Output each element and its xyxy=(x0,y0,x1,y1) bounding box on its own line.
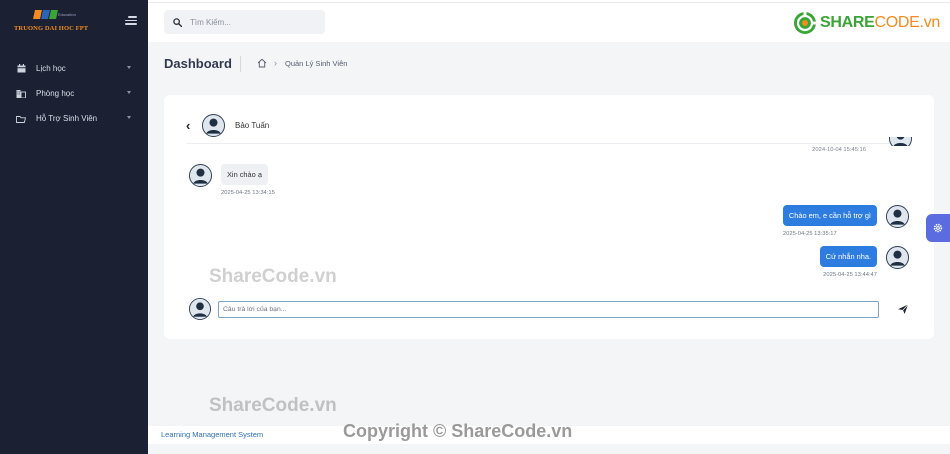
chevron-right-icon: › xyxy=(274,58,277,68)
logo-text: TRUONG DAI HOC FPT xyxy=(14,25,89,32)
home-icon[interactable] xyxy=(257,58,267,68)
chevron-down-icon xyxy=(127,66,131,69)
send-icon[interactable] xyxy=(897,303,909,315)
sharecode-logo-part2: CODE.vn xyxy=(874,14,941,31)
chevron-down-icon xyxy=(127,91,131,94)
chat-header: ‹ Bảo Tuấn xyxy=(186,112,911,144)
back-arrow-icon[interactable]: ‹ xyxy=(186,119,198,132)
sidebar-item-ho-tro-sinh-vien[interactable]: Hỗ Trợ Sinh Viên xyxy=(0,106,148,131)
fpt-logo[interactable]: Education TRUONG DAI HOC FPT xyxy=(14,9,96,37)
my-avatar xyxy=(189,298,211,320)
footer-link[interactable]: Learning Management System xyxy=(161,430,263,439)
sidebar: Education TRUONG DAI HOC FPT Lịch học Ph… xyxy=(0,0,148,454)
sidebar-item-lich-hoc[interactable]: Lịch học xyxy=(0,56,148,81)
page-bottom xyxy=(148,444,950,454)
divider xyxy=(240,56,241,72)
calendar-icon xyxy=(15,64,27,74)
message-bubble: Cứ nhắn nha. xyxy=(819,246,877,267)
message-bubble: Xin chào ạ xyxy=(221,164,268,185)
contact-avatar[interactable] xyxy=(202,114,225,137)
sidebar-item-phong-hoc[interactable]: Phòng học xyxy=(0,81,148,106)
breadcrumb-item[interactable]: Quản Lý Sinh Viên xyxy=(285,59,347,68)
sharecode-logo-icon xyxy=(794,11,817,34)
building-icon xyxy=(15,89,27,99)
avatar xyxy=(889,137,912,146)
sidebar-item-label: Phòng học xyxy=(36,89,75,98)
page-title: Dashboard xyxy=(164,56,232,71)
search-input[interactable] xyxy=(190,17,310,27)
message-timestamp: 2025-04-25 13:35:17 xyxy=(782,231,837,237)
top-bar: SHARECODE.vn xyxy=(148,0,950,42)
message-composer xyxy=(189,298,909,320)
message-timestamp: 2025-04-25 13:44:47 xyxy=(823,272,877,278)
avatar xyxy=(886,205,909,228)
message-timestamp: 2024-10-04 15:45:16 xyxy=(812,147,866,153)
watermark: ShareCode.vn xyxy=(209,266,337,287)
sharecode-logo-part1: SHARE xyxy=(820,14,875,31)
gear-icon xyxy=(933,223,943,233)
support-icon xyxy=(15,114,27,124)
divider xyxy=(148,2,950,3)
watermark: ShareCode.vn xyxy=(209,395,337,416)
avatar xyxy=(189,164,212,187)
avatar xyxy=(886,246,909,269)
breadcrumb: › Quản Lý Sinh Viên xyxy=(257,58,347,68)
menu-toggle-icon[interactable] xyxy=(125,15,137,25)
chevron-down-icon xyxy=(127,116,131,119)
search-icon xyxy=(173,17,182,27)
chat-card: ‹ Bảo Tuấn 2024-10-04 15:45:16 Xin chào … xyxy=(164,95,934,339)
logo-subtitle: Education xyxy=(58,12,76,17)
message-timestamp: 2025-04-25 13:34:15 xyxy=(221,190,275,196)
contact-name: Bảo Tuấn xyxy=(235,121,270,130)
search-box[interactable] xyxy=(164,10,325,34)
sharecode-logo[interactable]: SHARE CODE.vn xyxy=(793,11,940,35)
message-bubble: Chào em, e cần hỗ trợ gì xyxy=(782,205,877,226)
settings-button[interactable] xyxy=(926,214,950,242)
watermark: Copyright © ShareCode.vn xyxy=(343,421,573,441)
sidebar-item-label: Hỗ Trợ Sinh Viên xyxy=(36,114,98,123)
sidebar-menu: Lịch học Phòng học Hỗ Trợ Sinh Viên xyxy=(0,56,148,131)
sidebar-item-label: Lịch học xyxy=(36,64,66,73)
message-input[interactable] xyxy=(218,300,879,318)
